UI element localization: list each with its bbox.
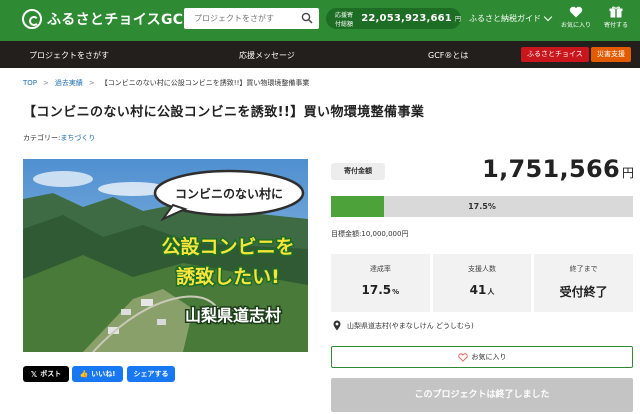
hero-bubble-text: コンビニのない村に xyxy=(175,186,283,201)
guide-label: ふるさと納税ガイド xyxy=(469,14,541,23)
stat-supporters-value: 41 xyxy=(469,283,487,297)
facebook-like-button[interactable]: 👍 いいね! xyxy=(72,366,123,382)
stat-until-value: 受付終了 xyxy=(559,285,608,299)
goal-value: 10,000,000円 xyxy=(361,230,409,238)
furusato-guide-menu[interactable]: ふるさと納税ガイド xyxy=(469,12,553,24)
donation-amount-unit: 円 xyxy=(621,166,634,180)
category-link[interactable]: まちづくり xyxy=(60,134,95,142)
stat-rate-value: 17.5 xyxy=(361,283,392,297)
total-donation-pill: 応援寄付総額 22,053,923,661 円 xyxy=(326,8,461,29)
hero-headline-2: 誘致したい! xyxy=(176,265,280,288)
heart-icon xyxy=(569,6,583,18)
search-input[interactable] xyxy=(184,9,296,28)
stat-supporters-value-wrap: 41人 xyxy=(433,283,532,297)
nav-item-search-projects[interactable]: プロジェクトをさがす xyxy=(29,50,109,61)
logo-mark-icon xyxy=(22,9,42,29)
main-nav: プロジェクトをさがす 応援メッセージ GCF®とは ふるさとチョイス 災害支援 xyxy=(0,41,640,68)
donation-amount-badge: 寄付金額 xyxy=(331,163,385,180)
share-x-label: ポスト xyxy=(40,370,62,378)
total-donation-unit: 円 xyxy=(454,16,461,23)
funding-progress-label: 17.5% xyxy=(468,202,496,211)
funding-goal: 目標金額:10,000,000円 xyxy=(331,229,408,239)
nav-item-about-gcf[interactable]: GCF®とは xyxy=(428,50,468,61)
stat-supporters-unit: 人 xyxy=(487,288,495,296)
breadcrumb-past[interactable]: 過去実績 xyxy=(55,78,83,88)
share-x-button[interactable]: 𝕏 ポスト xyxy=(23,366,69,382)
stat-rate-label: 達成率 xyxy=(369,265,391,273)
nav-item-messages[interactable]: 応援メッセージ xyxy=(239,50,295,61)
project-hero-image: コンビニのない村に 公設コンビニを 誘致したい! 山梨県道志村 xyxy=(23,159,308,352)
breadcrumb-separator-icon: > xyxy=(88,79,95,87)
disaster-support-tag[interactable]: 災害支援 xyxy=(591,47,631,62)
project-category: カテゴリー:まちづくり xyxy=(23,133,95,143)
breadcrumb-current: 【コンビニのない村に公設コンビニを誘致!!】買い物環境整備事業 xyxy=(100,79,310,87)
heart-outline-icon xyxy=(457,352,468,362)
goal-label: 目標金額: xyxy=(331,230,362,238)
stat-supporters-label: 支援人数 xyxy=(468,265,496,273)
project-title: 【コンビニのない村に公設コンビニを誘致!!】買い物環境整備事業 xyxy=(23,105,425,120)
furusato-choice-tag[interactable]: ふるさとチョイス xyxy=(521,47,589,62)
stat-achievement-rate: 達成率 17.5% xyxy=(331,254,430,312)
donate-header-label: 寄付する xyxy=(603,22,628,29)
add-favorite-button[interactable]: お気に入り xyxy=(331,346,633,368)
thumbs-up-icon: 👍 xyxy=(79,370,89,378)
category-label: カテゴリー: xyxy=(23,134,61,142)
facebook-like-label: いいね! xyxy=(91,370,116,378)
stat-until-label: 終了まで xyxy=(569,265,598,273)
x-logo-icon: 𝕏 xyxy=(30,369,38,379)
stat-rate-value-wrap: 17.5% xyxy=(331,283,430,297)
location-pin-icon xyxy=(333,320,341,331)
project-ended-button: このプロジェクトは終了しました xyxy=(331,378,633,412)
funding-progress-bar: 17.5% xyxy=(331,196,633,217)
total-donation-label: 応援寄付総額 xyxy=(335,11,354,28)
chevron-down-icon xyxy=(543,12,553,22)
location-text: 山梨県道志村(やまなしけん どうしむら) xyxy=(347,321,474,330)
project-stats: 達成率 17.5% 支援人数 41人 終了まで 受付終了 xyxy=(331,254,634,312)
search-icon[interactable] xyxy=(301,12,313,24)
logo-text: ふるさとチョイスGCF xyxy=(47,12,194,28)
hero-place: 山梨県道志村 xyxy=(185,306,281,325)
hero-headline-1: 公設コンビニを xyxy=(161,235,294,258)
site-logo[interactable]: ふるさとチョイスGCF xyxy=(22,8,193,30)
site-header: ふるさとチョイスGCF 応援寄付総額 22,053,923,661 円 ふるさと… xyxy=(0,0,640,41)
breadcrumb-separator-icon: > xyxy=(43,79,49,87)
stat-supporters: 支援人数 41人 xyxy=(432,254,532,312)
gift-icon xyxy=(609,6,623,18)
donation-amount: 1,751,566 円 xyxy=(482,155,634,183)
breadcrumb-top[interactable]: TOP xyxy=(23,79,37,87)
total-donation-value: 22,053,923,661 xyxy=(361,13,452,24)
facebook-share-label: シェアする xyxy=(133,370,169,378)
breadcrumb: TOP > 過去実績 > 【コンビニのない村に公設コンビニを誘致!!】買い物環境… xyxy=(23,78,309,88)
hero-illustration: コンビニのない村に 公設コンビニを 誘致したい! 山梨県道志村 xyxy=(23,159,308,352)
facebook-share-button[interactable]: シェアする xyxy=(127,366,175,382)
stat-rate-unit: % xyxy=(392,288,400,296)
donation-amount-value: 1,751,566 xyxy=(482,155,620,183)
stat-time-left: 終了まで 受付終了 xyxy=(534,254,634,312)
project-location: 山梨県道志村(やまなしけん どうしむら) xyxy=(333,320,474,331)
add-favorite-label: お気に入り xyxy=(471,353,507,361)
search-box xyxy=(184,8,319,29)
favorites-header-button[interactable]: お気に入り xyxy=(556,6,596,29)
donate-header-button[interactable]: 寄付する xyxy=(596,6,636,29)
favorites-header-label: お気に入り xyxy=(560,22,591,29)
